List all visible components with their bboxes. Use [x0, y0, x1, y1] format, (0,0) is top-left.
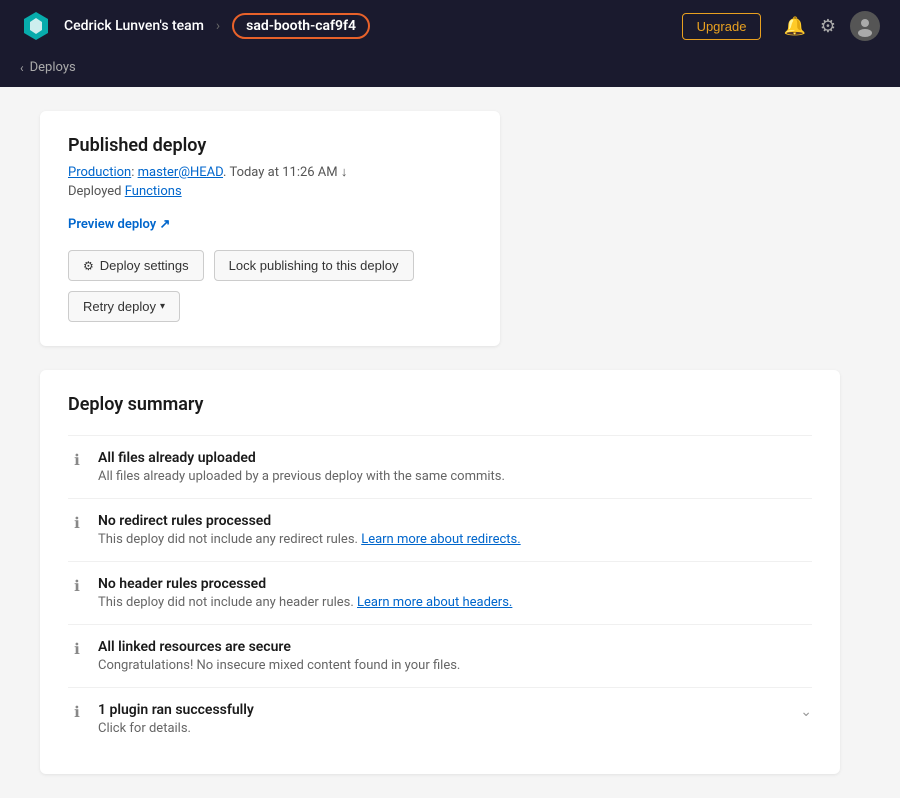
summary-item-4-desc: Congratulations! No insecure mixed conte… — [98, 658, 812, 673]
site-name[interactable]: sad-booth-caf9f4 — [232, 13, 370, 39]
summary-item-2-desc: This deploy did not include any redirect… — [98, 532, 812, 547]
summary-item-5-content: 1 plugin ran successfully Click for deta… — [98, 702, 788, 736]
settings-icon[interactable]: ⚙ — [820, 16, 836, 37]
summary-item-2-content: No redirect rules processed This deploy … — [98, 513, 812, 547]
summary-item-5-desc: Click for details. — [98, 721, 788, 736]
header-icons: 🔔 ⚙ — [783, 11, 880, 41]
summary-item-3-desc: This deploy did not include any header r… — [98, 595, 812, 610]
summary-item-5-title: 1 plugin ran successfully — [98, 702, 788, 718]
deploy-card-title: Published deploy — [68, 135, 472, 156]
expand-chevron-icon: ⌄ — [800, 704, 812, 720]
summary-item-3-title: No header rules processed — [98, 576, 812, 592]
info-icon-2: ℹ — [68, 514, 86, 532]
retry-deploy-button[interactable]: Retry deploy ▾ — [68, 291, 180, 322]
summary-item-4-content: All linked resources are secure Congratu… — [98, 639, 812, 673]
redirect-desc-text: This deploy did not include any redirect… — [98, 532, 361, 547]
summary-item-redirects: ℹ No redirect rules processed This deplo… — [68, 498, 812, 561]
summary-title: Deploy summary — [68, 394, 812, 415]
summary-item-headers: ℹ No header rules processed This deploy … — [68, 561, 812, 624]
info-icon-3: ℹ — [68, 577, 86, 595]
lock-publishing-button[interactable]: Lock publishing to this deploy — [214, 250, 414, 281]
preview-deploy-link[interactable]: Preview deploy ↗ — [68, 217, 170, 232]
summary-item-1-title: All files already uploaded — [98, 450, 812, 466]
commit-ref-link[interactable]: master@HEAD — [138, 165, 223, 180]
summary-item-files: ℹ All files already uploaded All files a… — [68, 435, 812, 498]
summary-item-1-content: All files already uploaded All files alr… — [98, 450, 812, 484]
deploy-actions: ⚙ Deploy settings Lock publishing to thi… — [68, 250, 472, 322]
breadcrumb-bar: ‹ Deploys — [0, 52, 900, 87]
deploy-settings-button[interactable]: ⚙ Deploy settings — [68, 250, 204, 281]
deploy-functions: Deployed Functions — [68, 184, 472, 199]
lock-publishing-label: Lock publishing to this deploy — [229, 258, 399, 273]
avatar[interactable] — [850, 11, 880, 41]
summary-item-2-title: No redirect rules processed — [98, 513, 812, 529]
netlify-logo — [20, 10, 52, 42]
summary-item-3-content: No header rules processed This deploy di… — [98, 576, 812, 610]
summary-item-4-title: All linked resources are secure — [98, 639, 812, 655]
breadcrumb-deploys-link[interactable]: Deploys — [30, 60, 76, 75]
header-desc-text: This deploy did not include any header r… — [98, 595, 357, 610]
info-icon-4: ℹ — [68, 640, 86, 658]
info-icon-1: ℹ — [68, 451, 86, 469]
gear-icon: ⚙ — [83, 259, 94, 273]
header-learn-more-link[interactable]: Learn more about headers. — [357, 595, 512, 610]
chevron-down-icon: ▾ — [160, 301, 165, 312]
retry-deploy-label: Retry deploy — [83, 299, 156, 314]
production-link[interactable]: Production — [68, 165, 131, 180]
back-arrow: ‹ — [20, 61, 24, 75]
summary-item-1-desc: All files already uploaded by a previous… — [98, 469, 812, 484]
deploy-arrow: ↓ — [341, 165, 348, 180]
functions-link[interactable]: Functions — [125, 184, 182, 199]
deploy-summary-section: Deploy summary ℹ All files already uploa… — [40, 370, 840, 774]
info-icon-5: ℹ — [68, 703, 86, 721]
header: Cedrick Lunven's team › sad-booth-caf9f4… — [0, 0, 900, 52]
deploy-meta: Production: master@HEAD. Today at 11:26 … — [68, 164, 472, 180]
upgrade-button[interactable]: Upgrade — [682, 13, 762, 40]
bell-icon[interactable]: 🔔 — [783, 16, 805, 37]
summary-item-plugin[interactable]: ℹ 1 plugin ran successfully Click for de… — [68, 687, 812, 750]
main-content: Published deploy Production: master@HEAD… — [0, 87, 900, 798]
deployed-label: Deployed — [68, 184, 122, 199]
header-separator: › — [216, 18, 220, 34]
deploy-time: Today at 11:26 AM — [229, 165, 337, 180]
published-deploy-card: Published deploy Production: master@HEAD… — [40, 111, 500, 346]
summary-item-secure: ℹ All linked resources are secure Congra… — [68, 624, 812, 687]
team-name: Cedrick Lunven's team — [64, 18, 204, 34]
redirect-learn-more-link[interactable]: Learn more about redirects. — [361, 532, 520, 547]
deploy-settings-label: Deploy settings — [100, 258, 189, 273]
